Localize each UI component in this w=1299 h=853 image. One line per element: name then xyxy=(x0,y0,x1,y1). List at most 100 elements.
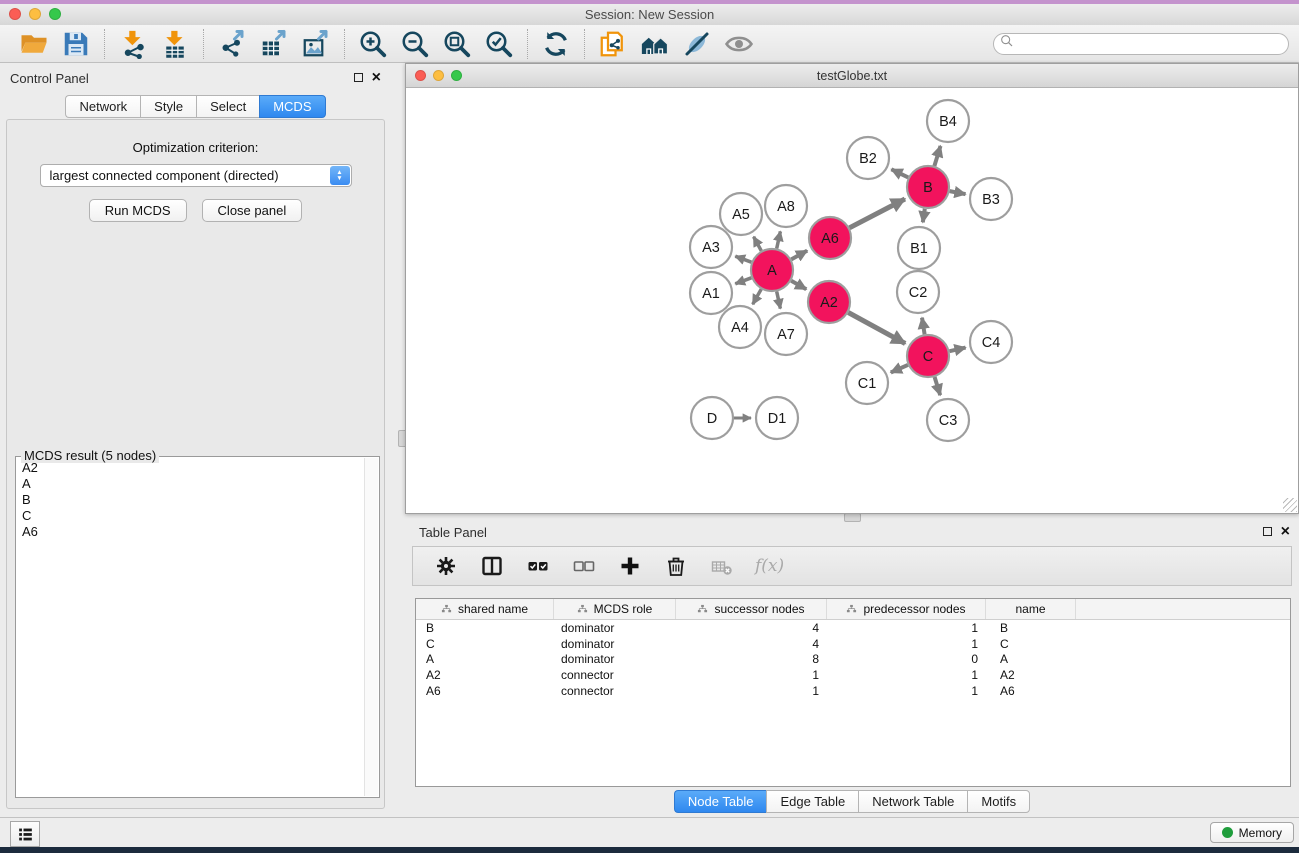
float-panel-icon[interactable] xyxy=(354,73,363,82)
graph-edge-C-C2[interactable] xyxy=(922,318,925,335)
optimization-criterion-dropdown[interactable]: largest connected component (directed) ▲… xyxy=(40,164,352,187)
mcds-result-item[interactable]: B xyxy=(22,492,364,508)
table-row[interactable]: Adominator80A xyxy=(416,651,1290,667)
graph-node-C2[interactable]: C2 xyxy=(897,271,939,313)
save-session-button[interactable] xyxy=(59,28,93,60)
tab-edge-table[interactable]: Edge Table xyxy=(766,790,858,813)
graph-node-B[interactable]: B xyxy=(907,166,949,208)
tab-style[interactable]: Style xyxy=(140,95,196,118)
graph-node-D[interactable]: D xyxy=(691,397,733,439)
network-close-button[interactable] xyxy=(415,70,426,81)
column-header-name[interactable]: name xyxy=(986,599,1076,619)
table-row[interactable]: A6connector11A6 xyxy=(416,683,1290,699)
graph-edge-A-A4[interactable] xyxy=(753,289,762,304)
import-table-button[interactable] xyxy=(158,28,192,60)
export-table-button[interactable] xyxy=(257,28,291,60)
apply-layout-button[interactable] xyxy=(539,28,573,60)
mcds-result-item[interactable]: A6 xyxy=(22,524,364,540)
close-panel-button[interactable]: Close panel xyxy=(202,199,303,222)
tab-network[interactable]: Network xyxy=(65,95,140,118)
graph-node-D1[interactable]: D1 xyxy=(756,397,798,439)
table-float-panel-icon[interactable] xyxy=(1263,527,1272,536)
network-window-titlebar[interactable]: testGlobe.txt xyxy=(406,64,1298,88)
mcds-result-item[interactable]: C xyxy=(22,508,364,524)
search-field[interactable] xyxy=(993,33,1289,55)
graph-edge-B-B3[interactable] xyxy=(950,191,966,194)
deselect-all-rows-button[interactable] xyxy=(571,553,597,579)
export-image-button[interactable] xyxy=(299,28,333,60)
table-row[interactable]: Cdominator41C xyxy=(416,636,1290,652)
run-mcds-button[interactable]: Run MCDS xyxy=(89,199,187,222)
graph-node-A6[interactable]: A6 xyxy=(809,217,851,259)
graph-node-B1[interactable]: B1 xyxy=(898,227,940,269)
graph-edge-A-A6[interactable] xyxy=(791,251,807,260)
column-header-predecessor-nodes[interactable]: predecessor nodes xyxy=(827,599,986,619)
import-network-button[interactable] xyxy=(116,28,150,60)
delete-column-button[interactable] xyxy=(663,553,689,579)
graph-edge-A-A8[interactable] xyxy=(777,231,781,248)
graph-node-A8[interactable]: A8 xyxy=(765,185,807,227)
first-neighbors-button[interactable] xyxy=(638,28,672,60)
tab-motifs[interactable]: Motifs xyxy=(967,790,1030,813)
column-header-shared-name[interactable]: shared name xyxy=(416,599,554,619)
network-canvas-container[interactable]: B4B2BB3A8A5A6A3B1AA1C2A2A4A7C4CC1C3DD1 xyxy=(406,88,1298,513)
column-header-MCDS-role[interactable]: MCDS role xyxy=(554,599,676,619)
duplicate-network-button[interactable] xyxy=(596,28,630,60)
graph-edge-A2-C[interactable] xyxy=(848,313,905,344)
network-graph[interactable]: B4B2BB3A8A5A6A3B1AA1C2A2A4A7C4CC1C3DD1 xyxy=(406,88,1296,512)
memory-button[interactable]: Memory xyxy=(1210,822,1294,843)
task-history-button[interactable] xyxy=(10,821,40,847)
close-panel-icon[interactable]: × xyxy=(372,72,381,83)
graph-node-B3[interactable]: B3 xyxy=(970,178,1012,220)
function-builder-button[interactable]: f(x) xyxy=(755,553,784,579)
show-column-panel-button[interactable] xyxy=(479,553,505,579)
window-titlebar[interactable]: Session: New Session xyxy=(0,4,1299,26)
search-input[interactable] xyxy=(1015,34,1288,54)
show-navigator-button[interactable] xyxy=(722,28,756,60)
graph-edge-A-A2[interactable] xyxy=(791,281,806,290)
table-close-panel-icon[interactable]: × xyxy=(1281,526,1290,537)
graph-edge-C-C3[interactable] xyxy=(935,377,941,395)
network-minimize-button[interactable] xyxy=(433,70,444,81)
graph-node-C[interactable]: C xyxy=(907,335,949,377)
graph-node-A4[interactable]: A4 xyxy=(719,306,761,348)
graph-edge-A-A5[interactable] xyxy=(754,237,762,251)
graph-node-A[interactable]: A xyxy=(751,249,793,291)
select-all-rows-button[interactable] xyxy=(525,553,551,579)
graph-edge-A6-B[interactable] xyxy=(850,199,905,228)
tab-mcds[interactable]: MCDS xyxy=(259,95,325,118)
clear-table-button[interactable] xyxy=(709,553,735,579)
graph-edge-A-A7[interactable] xyxy=(777,292,781,309)
table-row[interactable]: Bdominator41B xyxy=(416,620,1290,636)
hide-style-button[interactable] xyxy=(680,28,714,60)
graph-edge-C-C1[interactable] xyxy=(891,365,908,373)
network-zoom-button[interactable] xyxy=(451,70,462,81)
zoom-out-button[interactable] xyxy=(398,28,432,60)
graph-edge-A-A1[interactable] xyxy=(735,278,751,284)
graph-node-C4[interactable]: C4 xyxy=(970,321,1012,363)
add-column-button[interactable] xyxy=(617,553,643,579)
graph-node-B2[interactable]: B2 xyxy=(847,137,889,179)
graph-node-B4[interactable]: B4 xyxy=(927,100,969,142)
export-network-button[interactable] xyxy=(215,28,249,60)
tab-node-table[interactable]: Node Table xyxy=(674,790,767,813)
zoom-fit-button[interactable] xyxy=(440,28,474,60)
zoom-in-button[interactable] xyxy=(356,28,390,60)
table-options-button[interactable] xyxy=(433,553,459,579)
column-header-successor-nodes[interactable]: successor nodes xyxy=(676,599,827,619)
graph-node-A5[interactable]: A5 xyxy=(720,193,762,235)
graph-edge-B-B2[interactable] xyxy=(891,169,908,177)
graph-node-C3[interactable]: C3 xyxy=(927,399,969,441)
zoom-selected-button[interactable] xyxy=(482,28,516,60)
resize-grip[interactable] xyxy=(1283,498,1297,512)
table-row[interactable]: A2connector11A2 xyxy=(416,667,1290,683)
graph-edge-B-B4[interactable] xyxy=(934,146,940,166)
tab-network-table[interactable]: Network Table xyxy=(858,790,967,813)
graph-node-A1[interactable]: A1 xyxy=(690,272,732,314)
graph-edge-A-A3[interactable] xyxy=(735,256,751,262)
graph-edge-B-B1[interactable] xyxy=(923,209,925,223)
tab-select[interactable]: Select xyxy=(196,95,259,118)
graph-edge-C-C4[interactable] xyxy=(950,348,966,352)
result-scrollbar[interactable] xyxy=(364,458,378,796)
mcds-result-item[interactable]: A xyxy=(22,476,364,492)
